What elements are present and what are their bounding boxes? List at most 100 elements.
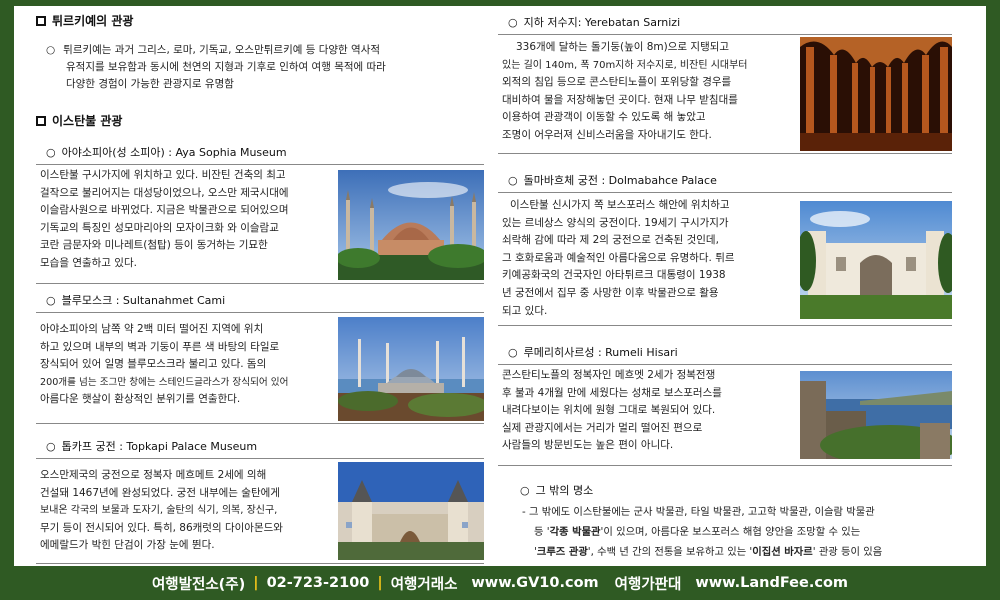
price-link[interactable]: www.LandFee.com xyxy=(695,575,848,591)
text-line: 조명이 어우러져 신비스러움을 자아내기도 한다. xyxy=(502,128,712,141)
summary-line-2: 유적지를 보유함과 동시에 천연의 지형과 기후로 인하여 여행 목적에 따라 xyxy=(66,61,386,73)
price-label: 여행가판대 xyxy=(614,576,682,593)
text-line: 그 호화로움과 예술적인 아름다움으로 유명하다. 튀르 xyxy=(502,251,735,264)
title-text: 톱카프 궁전 : Topkapi Palace Museum xyxy=(61,440,258,453)
text-line: 있는 르네상스 양식의 궁전이다. 19세기 구시가지가 xyxy=(502,216,729,229)
title-text: 루메리히사르성 : Rumeli Hisari xyxy=(523,346,678,359)
text-line: 실제 관광지에서는 거리가 멀리 떨어진 편으로 xyxy=(502,421,703,434)
title-text: 아야소피아(성 소피아) : Aya Sophia Museum xyxy=(61,146,287,159)
text-line: 200개를 넘는 조그만 창에는 스테인드글라스가 장식되어 있어 xyxy=(40,376,289,388)
company-name: 여행발전소(주) xyxy=(151,576,246,593)
section-title: 이스탄불 관광 xyxy=(52,114,123,128)
text-line: 아름다운 햇살이 환상적인 분위기를 연출한다. xyxy=(40,393,241,406)
text-line: 아야소피아의 남쪽 약 2백 미터 떨어진 지역에 위치 xyxy=(40,323,264,335)
circle-bullet-icon: ○ xyxy=(508,16,518,29)
circle-bullet-icon: ○ xyxy=(46,440,56,453)
separator: | xyxy=(377,575,383,591)
text-line: 걸작으로 불리어지는 대성당이었으나, 오스만 제국시대에 xyxy=(40,186,289,199)
text-line: 이스탄불 구시가지에 위치하고 있다. 비잔틴 건축의 최고 xyxy=(40,169,286,181)
text-line: 등 '각종 박물관'이 있으며, 아름다운 보스포러스 해협 양안을 조망할 수… xyxy=(522,522,962,542)
checkbox-square-icon xyxy=(36,15,46,26)
section-heading-turkey-tourism: 튀르키예의 관광 xyxy=(36,12,133,29)
text-line: 이용하여 관광객이 이동할 수 있도록 해 놓았고 xyxy=(502,111,706,124)
cistern-photo xyxy=(800,37,952,151)
title-text: 그 밖의 명소 xyxy=(535,484,594,497)
text-line: 키예공화국의 건국자인 아타튀르크 대통령이 1938 xyxy=(502,269,726,282)
emphasis-museums: 각종 박물관 xyxy=(549,526,601,538)
text-line: 오스만제국의 궁전으로 정복자 메흐메트 2세에 의해 xyxy=(40,469,267,481)
turkey-tourism-summary: ○ 튀르키예는 과거 그리스, 로마, 기독교, 오스만튀르키예 등 다양한 역… xyxy=(46,42,486,93)
text-line: 사람들의 방문빈도는 높은 편이 아니다. xyxy=(502,439,674,452)
circle-bullet-icon: ○ xyxy=(46,146,56,159)
cistern-title: ○ 지하 저수지: Yerebatan Sarnizi xyxy=(508,14,680,30)
text-line: 장식되어 있어 일명 블루모스크라 불리고 있다. 돔의 xyxy=(40,358,267,371)
circle-bullet-icon: ○ xyxy=(46,44,56,56)
text-line: 보내온 각국의 보물과 도자기, 술탄의 식기, 의복, 장신구, xyxy=(40,505,278,517)
dolmabahce-title: ○ 돌마바흐체 궁전 : Dolmabahce Palace xyxy=(508,172,717,188)
text-segment: ' 관광 등이 있음 xyxy=(812,546,883,558)
cistern-text: 336개에 달하는 돌기둥(높이 8m)으로 지탱되고 있는 길이 140m, … xyxy=(502,39,796,145)
text-line: 코란 금문자와 미나레트(첨탑) 등이 동거하는 기묘한 xyxy=(40,239,268,252)
text-line: - 그 밖에도 이스탄불에는 군사 박물관, 타일 박물관, 고고학 박물관, … xyxy=(522,506,875,518)
cistern-section: 336개에 달하는 돌기둥(높이 8m)으로 지탱되고 있는 길이 140m, … xyxy=(498,34,952,154)
topkapi-section: 오스만제국의 궁전으로 정복자 메흐메트 2세에 의해 건설돼 1467년에 완… xyxy=(36,458,484,564)
text-segment: '이 있으며, 아름다운 보스포러스 해협 양안을 조망할 수 있는 xyxy=(600,526,861,538)
summary-text: 튀르키예는 과거 그리스, 로마, 기독교, 오스만튀르키예 등 다양한 역사적 xyxy=(63,44,381,56)
topkapi-title: ○ 톱카프 궁전 : Topkapi Palace Museum xyxy=(46,438,257,454)
phone-number: 02-723-2100 xyxy=(266,575,370,591)
title-text: 돌마바흐체 궁전 : Dolmabahce Palace xyxy=(523,174,717,187)
exchange-label: 여행거래소 xyxy=(390,576,458,593)
aya-sophia-section: 이스탄불 구시가지에 위치하고 있다. 비잔틴 건축의 최고 걸작으로 불리어지… xyxy=(36,164,484,284)
topkapi-photo xyxy=(338,462,484,560)
circle-bullet-icon: ○ xyxy=(508,174,518,187)
text-line: 되고 있다. xyxy=(502,304,548,317)
summary-line-3: 다양한 경험이 가능한 관광지로 유명함 xyxy=(66,78,234,90)
text-line: 건설돼 1467년에 완성되었다. 궁전 내부에는 술탄에게 xyxy=(40,486,280,499)
dolmabahce-photo xyxy=(800,201,952,319)
topkapi-text: 오스만제국의 궁전으로 정복자 메흐메트 2세에 의해 건설돼 1467년에 완… xyxy=(40,467,336,555)
text-line: 년 궁전에서 집무 중 사망한 이후 박물관으로 활용 xyxy=(502,286,719,299)
text-line: 내려다보이는 위치에 원형 그대로 복원되어 있다. xyxy=(502,404,716,417)
text-line: 후 불과 4개월 만에 세웠다는 성채로 보스포러스를 xyxy=(502,386,722,399)
rumeli-text: 콘스탄티노플의 정복자인 메흐멧 2세가 정복전쟁 후 불과 4개월 만에 세웠… xyxy=(502,367,796,455)
text-line: 기독교의 특징인 성모마리아의 모자이크화 와 이슬람교 xyxy=(40,221,279,234)
emphasis-bazaar: 이집션 바자르 xyxy=(752,546,813,558)
blue-mosque-text: 아야소피아의 남쪽 약 2백 미터 떨어진 지역에 위치 하고 있으며 내부의 … xyxy=(40,321,336,409)
aya-sophia-title: ○ 아야소피아(성 소피아) : Aya Sophia Museum xyxy=(46,144,287,160)
text-line: '크루즈 관광', 수백 년 간의 전통을 보유하고 있는 '이집션 바자르' … xyxy=(522,542,962,562)
emphasis-cruise: 크루즈 관광 xyxy=(536,546,588,558)
text-line: 대비하여 물을 저장해놓던 곳이다. 현재 나무 받침대를 xyxy=(502,93,738,106)
text-line: 외적의 침입 등으로 콘스탄티노플이 포위당할 경우를 xyxy=(502,76,732,89)
section-title: 튀르키예의 관광 xyxy=(52,14,134,28)
text-line: 콘스탄티노플의 정복자인 메흐멧 2세가 정복전쟁 xyxy=(502,369,716,381)
rumeli-fortress-photo xyxy=(800,371,952,459)
others-text: - 그 밖에도 이스탄불에는 군사 박물관, 타일 박물관, 고고학 박물관, … xyxy=(522,502,962,562)
text-line: 쇠락해 감에 따라 제 2의 궁전으로 건축된 것인데, xyxy=(502,234,719,247)
section-heading-istanbul-tourism: 이스탄불 관광 xyxy=(36,112,122,129)
rumeli-title: ○ 루메리히사르성 : Rumeli Hisari xyxy=(508,344,678,360)
dolmabahce-section: 이스탄불 신시가지 쪽 보스포러스 해안에 위치하고 있는 르네상스 양식의 궁… xyxy=(498,192,952,326)
text-segment: ', 수백 년 간의 전통을 보유하고 있는 ' xyxy=(587,546,753,558)
text-line: 하고 있으며 내부의 벽과 기둥이 푸른 색 바탕의 타일로 xyxy=(40,340,280,353)
circle-bullet-icon: ○ xyxy=(520,484,530,497)
footer-bar: 여행발전소(주) | 02-723-2100 | 여행거래소 www.GV10.… xyxy=(0,566,1000,600)
text-line: 이슬람사원으로 바뀌었다. 지금은 박물관으로 되어있으며 xyxy=(40,204,289,217)
blue-mosque-title: ○ 블루모스크 : Sultanahmet Cami xyxy=(46,292,225,308)
text-line: 이스탄불 신시가지 쪽 보스포러스 해안에 위치하고 xyxy=(510,199,730,211)
blue-mosque-photo xyxy=(338,317,484,421)
hagia-sophia-photo xyxy=(338,170,484,280)
text-line: 336개에 달하는 돌기둥(높이 8m)으로 지탱되고 xyxy=(516,41,730,53)
text-line: 무기 등이 전시되어 있다. 특히, 86캐럿의 다이아몬드와 xyxy=(40,521,283,534)
dolmabahce-text: 이스탄불 신시가지 쪽 보스포러스 해안에 위치하고 있는 르네상스 양식의 궁… xyxy=(502,197,796,320)
summary-line-1: ○ 튀르키예는 과거 그리스, 로마, 기독교, 오스만튀르키예 등 다양한 역… xyxy=(46,42,486,59)
exchange-link[interactable]: www.GV10.com xyxy=(471,575,598,591)
aya-sophia-text: 이스탄불 구시가지에 위치하고 있다. 비잔틴 건축의 최고 걸작으로 불리어지… xyxy=(40,167,336,273)
rumeli-section: 콘스탄티노플의 정복자인 메흐멧 2세가 정복전쟁 후 불과 4개월 만에 세웠… xyxy=(498,364,952,466)
circle-bullet-icon: ○ xyxy=(508,346,518,359)
checkbox-square-icon xyxy=(36,115,46,126)
title-text: 블루모스크 : Sultanahmet Cami xyxy=(61,294,226,307)
circle-bullet-icon: ○ xyxy=(46,294,56,307)
text-line: 모습을 연출하고 있다. xyxy=(40,256,137,269)
text-line: 있는 길이 140m, 폭 70m지하 저수지로, 비잔틴 시대부터 xyxy=(502,59,748,71)
title-text: 지하 저수지: Yerebatan Sarnizi xyxy=(523,16,681,29)
